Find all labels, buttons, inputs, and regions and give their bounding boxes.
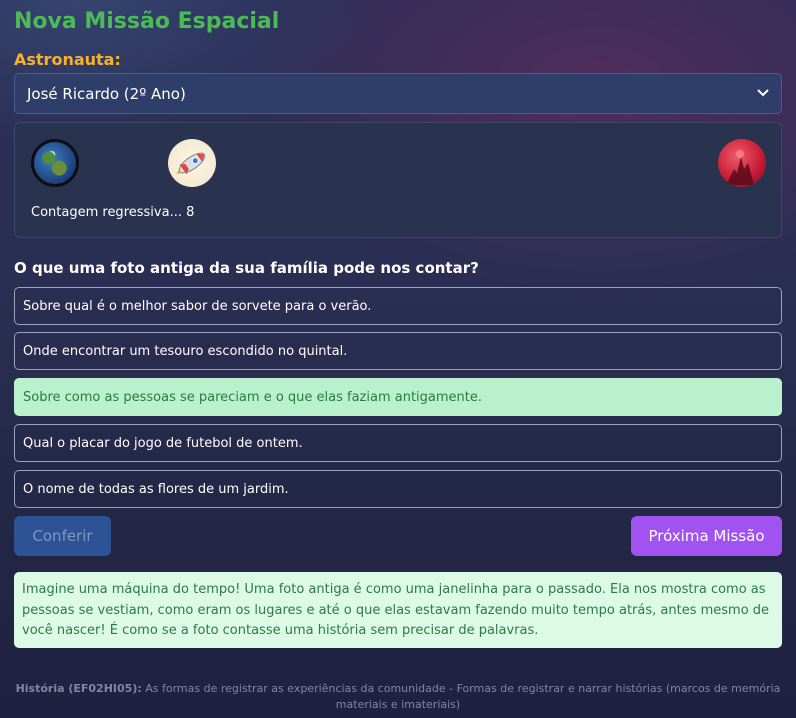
rocket-icon [168,139,216,187]
check-button[interactable]: Conferir [14,516,111,556]
answer-option-correct[interactable]: Sobre como as pessoas se pareciam e o qu… [14,378,782,416]
journey-track: Contagem regressiva... 8 [14,122,782,238]
explanation-box: Imagine uma máquina do tempo! Uma foto a… [14,572,782,648]
chevron-down-icon [757,87,769,100]
answer-option[interactable]: O nome de todas as flores de um jardim. [14,470,782,508]
astronaut-label: Astronauta: [14,50,121,69]
answer-option[interactable]: Sobre qual é o melhor sabor de sorvete p… [14,287,782,325]
next-mission-button[interactable]: Próxima Missão [631,516,782,556]
question-text: O que uma foto antiga da sua família pod… [14,259,479,277]
footer-curriculum-note: História (EF02HI05): As formas de regist… [14,681,782,713]
footer-subject: História (EF02HI05): [15,682,142,695]
countdown-text: Contagem regressiva... 8 [31,205,195,220]
astronaut-select[interactable]: José Ricardo (2º Ano) [14,73,782,114]
page-title: Nova Missão Espacial [14,9,280,34]
answer-option[interactable]: Qual o placar do jogo de futebol de onte… [14,424,782,462]
footer-text: As formas de registrar as experiências d… [141,682,781,711]
mars-icon [718,139,766,187]
earth-icon [31,139,79,187]
answer-option[interactable]: Onde encontrar um tesouro escondido no q… [14,332,782,370]
astronaut-select-value: José Ricardo (2º Ano) [27,84,186,103]
